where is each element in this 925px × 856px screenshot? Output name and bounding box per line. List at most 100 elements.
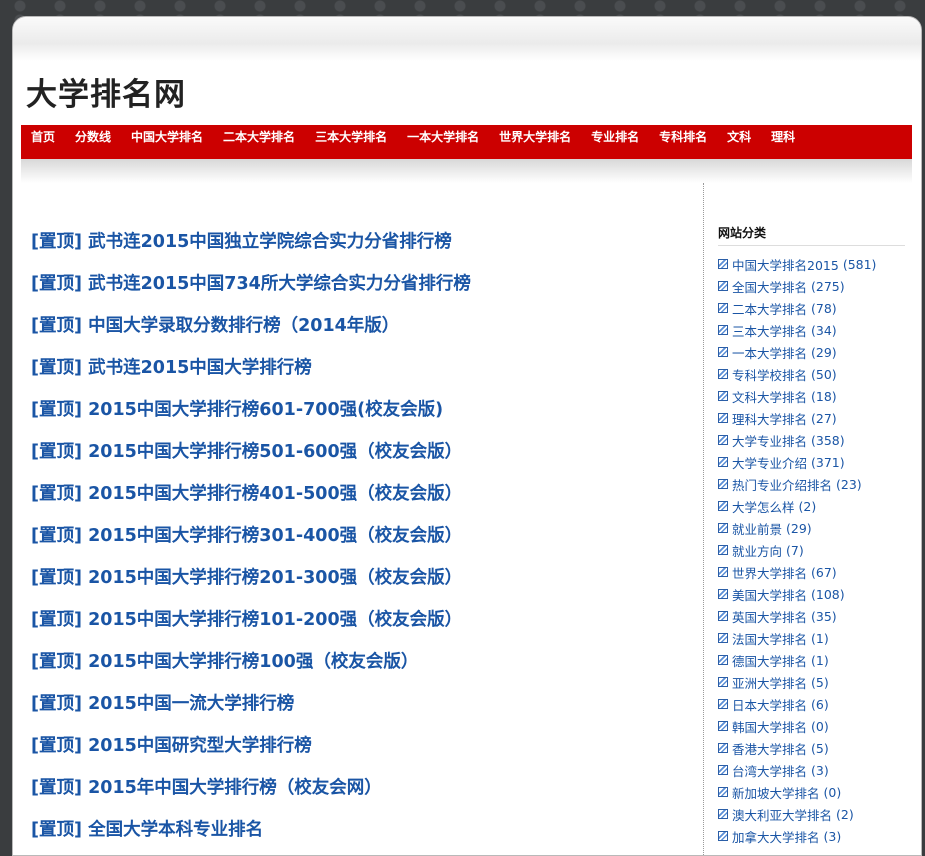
category-item[interactable]: 英国大学排名 (35) (718, 605, 905, 627)
rss-icon[interactable] (718, 303, 728, 313)
nav-item-score-line[interactable]: 分数线 (75, 125, 121, 144)
rss-icon[interactable] (718, 325, 728, 335)
rss-icon[interactable] (718, 523, 728, 533)
post-link[interactable]: [置顶] 全国大学本科专业排名 (31, 803, 681, 845)
rss-icon[interactable] (718, 567, 728, 577)
nav-item-tier2-ranking[interactable]: 二本大学排名 (223, 125, 305, 144)
category-name[interactable]: 韩国大学排名 (732, 717, 807, 736)
category-name[interactable]: 台湾大学排名 (732, 761, 807, 780)
post-link[interactable]: [置顶] 2015中国研究型大学排行榜 (31, 719, 681, 761)
nav-item-major-ranking[interactable]: 专业排名 (591, 125, 649, 144)
post-link[interactable]: [置顶] 武书连2015中国独立学院综合实力分省排行榜 (31, 215, 681, 257)
category-name[interactable]: 香港大学排名 (732, 739, 807, 758)
rss-icon[interactable] (718, 809, 728, 819)
category-name[interactable]: 新加坡大学排名 (732, 783, 820, 802)
category-item[interactable]: 全国大学排名 (275) (718, 275, 905, 297)
category-name[interactable]: 澳大利亚大学排名 (732, 805, 832, 824)
category-item[interactable]: 新加坡大学排名 (0) (718, 781, 905, 803)
category-name[interactable]: 全国大学排名 (732, 277, 807, 296)
category-name[interactable]: 热门专业介绍排名 (732, 475, 832, 494)
post-link[interactable]: [置顶] 2015年中国大学排行榜（校友会网） (31, 761, 681, 803)
category-item[interactable]: 美国大学排名 (108) (718, 583, 905, 605)
category-item[interactable]: 大学专业排名 (358) (718, 429, 905, 451)
rss-icon[interactable] (718, 743, 728, 753)
category-name[interactable]: 美国大学排名 (732, 585, 807, 604)
rss-icon[interactable] (718, 369, 728, 379)
nav-item-tier1-ranking[interactable]: 一本大学排名 (407, 125, 489, 144)
category-item[interactable]: 世界大学排名 (67) (718, 561, 905, 583)
category-name[interactable]: 专科学校排名 (732, 365, 807, 384)
category-name[interactable]: 英国大学排名 (732, 607, 807, 626)
category-name[interactable]: 二本大学排名 (732, 299, 807, 318)
site-title[interactable]: 大学排名网 (26, 69, 186, 114)
rss-icon[interactable] (718, 413, 728, 423)
category-item[interactable]: 法国大学排名 (1) (718, 627, 905, 649)
category-item[interactable]: 大学专业介绍 (371) (718, 451, 905, 473)
nav-item-science[interactable]: 理科 (771, 125, 805, 144)
post-link[interactable]: [置顶] 武书连2015中国大学排行榜 (31, 341, 681, 383)
rss-icon[interactable] (718, 655, 728, 665)
rss-icon[interactable] (718, 435, 728, 445)
nav-item-home[interactable]: 首页 (31, 125, 65, 144)
rss-icon[interactable] (718, 721, 728, 731)
category-item[interactable]: 加拿大大学排名 (3) (718, 825, 905, 847)
category-item[interactable]: 热门专业介绍排名 (23) (718, 473, 905, 495)
category-item[interactable]: 三本大学排名 (34) (718, 319, 905, 341)
rss-icon[interactable] (718, 347, 728, 357)
category-item[interactable]: 专科学校排名 (50) (718, 363, 905, 385)
post-link[interactable]: [置顶] 2015中国大学排行榜101-200强（校友会版） (31, 593, 681, 635)
category-item[interactable]: 一本大学排名 (29) (718, 341, 905, 363)
category-name[interactable]: 就业前景 (732, 519, 782, 538)
category-item[interactable]: 二本大学排名 (78) (718, 297, 905, 319)
category-item[interactable]: 韩国大学排名 (0) (718, 715, 905, 737)
category-item[interactable]: 台湾大学排名 (3) (718, 759, 905, 781)
rss-icon[interactable] (718, 787, 728, 797)
category-item[interactable]: 中国大学排名2015 (581) (718, 253, 905, 275)
post-link[interactable]: [置顶] 中国大学录取分数排行榜（2014年版） (31, 299, 681, 341)
category-name[interactable]: 中国大学排名2015 (732, 255, 839, 274)
post-link[interactable]: [置顶] 2015中国一流大学排行榜 (31, 677, 681, 719)
category-name[interactable]: 文科大学排名 (732, 387, 807, 406)
rss-icon[interactable] (718, 545, 728, 555)
post-link[interactable]: [置顶] 武书连2015中国734所大学综合实力分省排行榜 (31, 257, 681, 299)
category-item[interactable]: 就业前景 (29) (718, 517, 905, 539)
rss-icon[interactable] (718, 611, 728, 621)
category-item[interactable]: 澳大利亚大学排名 (2) (718, 803, 905, 825)
rss-icon[interactable] (718, 633, 728, 643)
category-item[interactable]: 日本大学排名 (6) (718, 693, 905, 715)
category-item[interactable]: 大学怎么样 (2) (718, 495, 905, 517)
rss-icon[interactable] (718, 281, 728, 291)
category-name[interactable]: 德国大学排名 (732, 651, 807, 670)
category-item[interactable]: 香港大学排名 (5) (718, 737, 905, 759)
nav-item-world-ranking[interactable]: 世界大学排名 (499, 125, 581, 144)
rss-icon[interactable] (718, 765, 728, 775)
post-link[interactable]: [置顶] 2015中国大学排行榜501-600强（校友会版） (31, 425, 681, 467)
post-link[interactable]: [置顶] 2015中国大学排行榜401-500强（校友会版） (31, 467, 681, 509)
category-name[interactable]: 大学专业介绍 (732, 453, 807, 472)
category-item[interactable]: 就业方向 (7) (718, 539, 905, 561)
category-item[interactable]: 德国大学排名 (1) (718, 649, 905, 671)
rss-icon[interactable] (718, 831, 728, 841)
post-link[interactable]: [置顶] 2015中国大学排行榜601-700强(校友会版) (31, 383, 681, 425)
rss-icon[interactable] (718, 699, 728, 709)
category-item[interactable]: 亚洲大学排名 (5) (718, 671, 905, 693)
nav-item-china-ranking[interactable]: 中国大学排名 (131, 125, 213, 144)
rss-icon[interactable] (718, 589, 728, 599)
nav-item-college-ranking[interactable]: 专科排名 (659, 125, 717, 144)
post-link[interactable]: [置顶] 2015中国大学排行榜201-300强（校友会版） (31, 551, 681, 593)
category-name[interactable]: 日本大学排名 (732, 695, 807, 714)
category-item[interactable]: 文科大学排名 (18) (718, 385, 905, 407)
rss-icon[interactable] (718, 479, 728, 489)
rss-icon[interactable] (718, 391, 728, 401)
rss-icon[interactable] (718, 259, 728, 269)
category-item[interactable]: 理科大学排名 (27) (718, 407, 905, 429)
category-name[interactable]: 加拿大大学排名 (732, 827, 820, 846)
nav-item-liberal-arts[interactable]: 文科 (727, 125, 761, 144)
category-name[interactable]: 一本大学排名 (732, 343, 807, 362)
rss-icon[interactable] (718, 677, 728, 687)
category-name[interactable]: 理科大学排名 (732, 409, 807, 428)
category-name[interactable]: 亚洲大学排名 (732, 673, 807, 692)
category-name[interactable]: 世界大学排名 (732, 563, 807, 582)
category-name[interactable]: 法国大学排名 (732, 629, 807, 648)
category-name[interactable]: 大学怎么样 (732, 497, 795, 516)
